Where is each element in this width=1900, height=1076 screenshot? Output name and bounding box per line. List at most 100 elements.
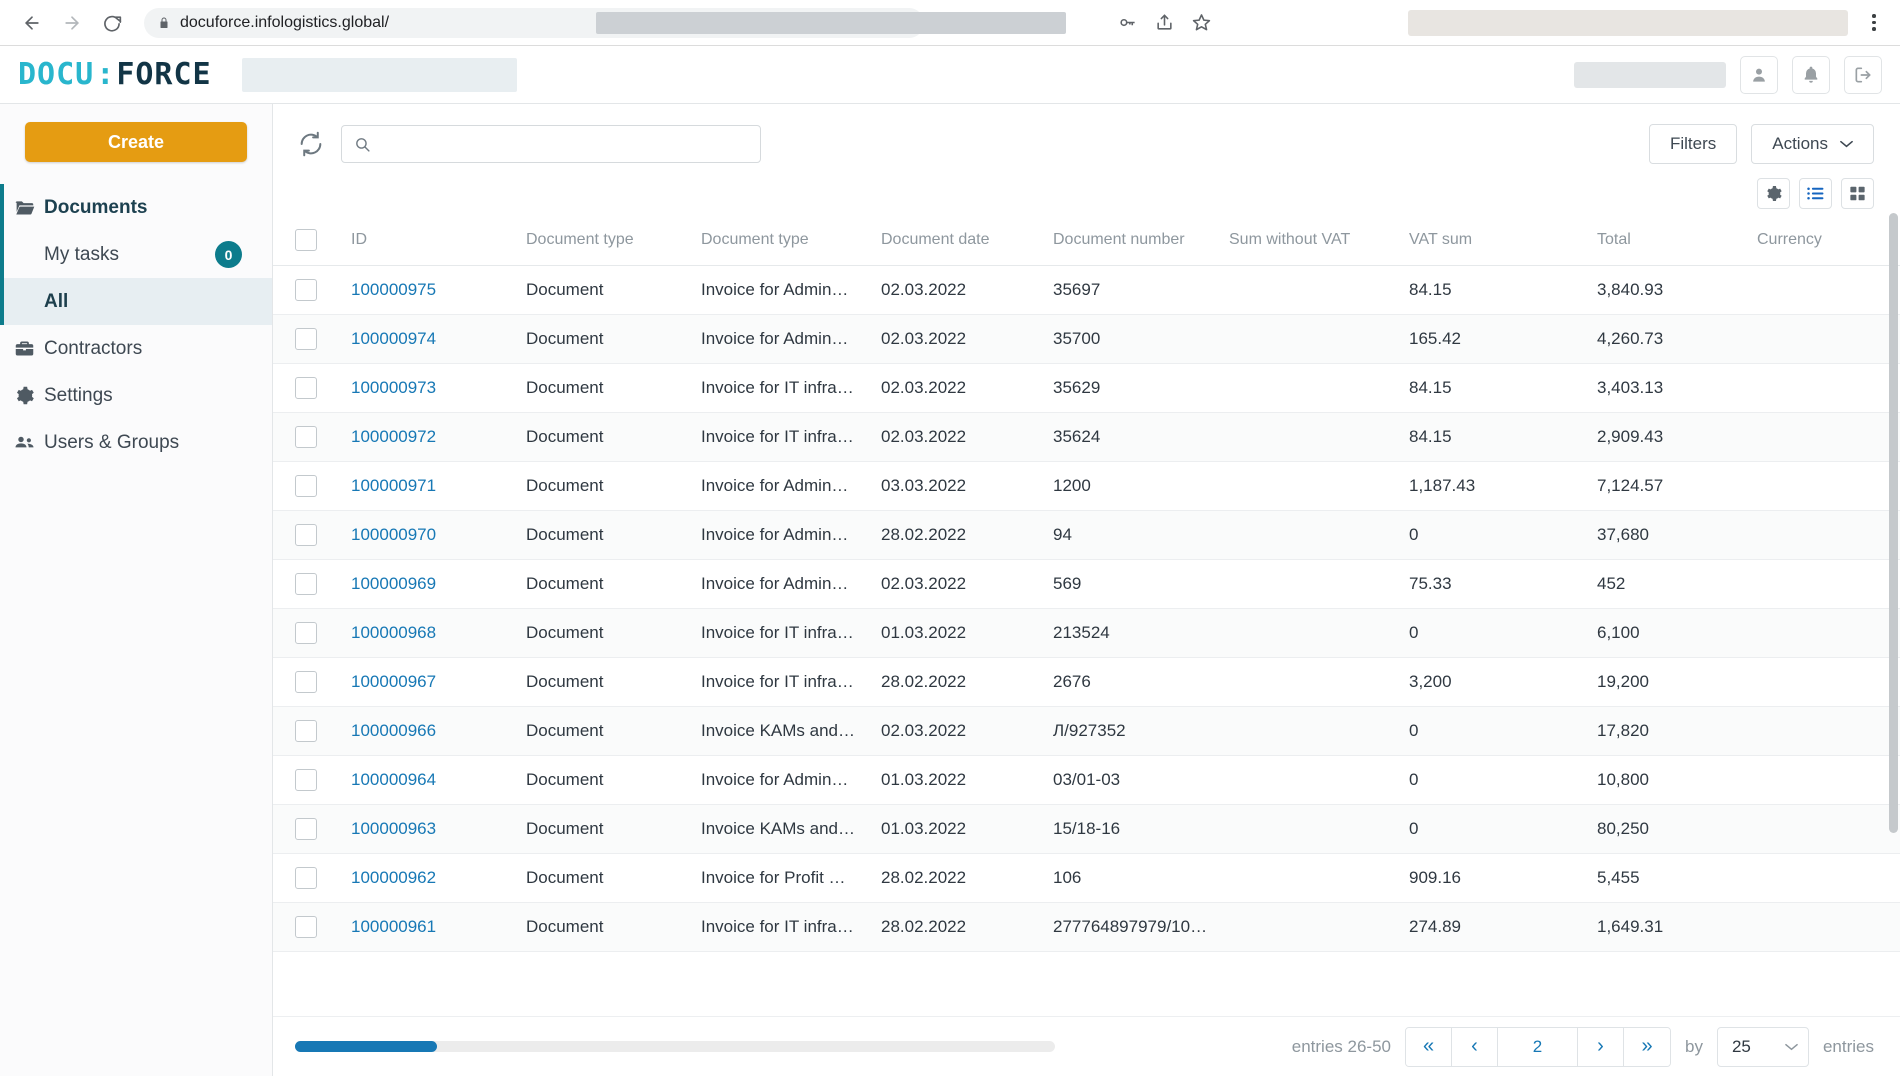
document-id-link[interactable]: 100000968 [351,623,436,642]
address-bar[interactable]: docuforce.infologistics.global/ [144,7,1066,38]
document-id-link[interactable]: 100000970 [351,525,436,544]
document-id-link[interactable]: 100000967 [351,672,436,691]
row-checkbox[interactable] [295,622,317,644]
column-header-doc-type-1[interactable]: Document type [520,221,695,266]
select-all-checkbox[interactable] [295,229,317,251]
document-id-link[interactable]: 100000975 [351,280,436,299]
column-header-sum-without-vat[interactable]: Sum without VAT [1223,221,1403,266]
row-checkbox[interactable] [295,475,317,497]
document-id-link[interactable]: 100000971 [351,476,436,495]
horizontal-scrollbar[interactable] [295,1041,1055,1052]
next-page-button[interactable]: › [1578,1027,1624,1066]
column-header-currency[interactable]: Currency [1751,221,1900,266]
table-row[interactable]: 100000975 Document Invoice for Admin… 02.03… [273,265,1900,315]
row-checkbox[interactable] [295,867,317,889]
browser-menu-button[interactable] [1862,14,1886,31]
browser-reload-button[interactable] [94,5,130,41]
sidebar-item-users-groups[interactable]: Users & Groups [0,419,272,466]
cell-doc-type-1: Document [520,314,695,364]
table-row[interactable]: 100000962 Document Invoice for Profit … 28.… [273,853,1900,903]
table-row[interactable]: 100000971 Document Invoice for Admin… 03.03… [273,461,1900,511]
row-checkbox[interactable] [295,671,317,693]
table-row[interactable]: 100000974 Document Invoice for Admin… 02.03… [273,314,1900,364]
document-id-link[interactable]: 100000974 [351,329,436,348]
browser-back-button[interactable] [14,5,50,41]
horizontal-scrollbar-thumb[interactable] [295,1041,437,1052]
prev-page-button[interactable]: ‹ [1452,1027,1498,1066]
search-box[interactable] [341,125,761,163]
password-key-icon[interactable] [1118,13,1137,32]
column-header-doc-number[interactable]: Document number [1047,221,1223,266]
search-input[interactable] [380,135,748,153]
column-header-doc-date[interactable]: Document date [875,221,1047,266]
cell-vat-sum: 84.15 [1403,265,1591,315]
first-page-button[interactable]: « [1406,1027,1452,1066]
cell-currency [1751,608,1900,658]
sidebar-item-label: All [44,290,69,312]
table-row[interactable]: 100000961 Document Invoice for IT infra… 28… [273,902,1900,952]
browser-forward-button[interactable] [54,5,90,41]
logout-button[interactable] [1844,55,1882,94]
cell-doc-type-2: Invoice KAMs and… [695,706,875,756]
notifications-button[interactable] [1792,55,1830,94]
table-row[interactable]: 100000966 Document Invoice KAMs and… 02.03.… [273,706,1900,756]
table-row[interactable]: 100000968 Document Invoice for IT infra… 01… [273,608,1900,658]
table-row[interactable]: 100000969 Document Invoice for Admin… 02.03… [273,559,1900,609]
sidebar-item-contractors[interactable]: Contractors [0,325,272,372]
table-row[interactable]: 100000963 Document Invoice KAMs and… 01.03.… [273,804,1900,854]
sidebar-item-all[interactable]: All [0,278,272,325]
document-id-link[interactable]: 100000966 [351,721,436,740]
column-header-id[interactable]: ID [345,221,520,266]
cell-doc-number: 106 [1047,853,1223,903]
cell-doc-type-1: Document [520,706,695,756]
per-page-select[interactable]: 25 [1716,1026,1809,1067]
row-checkbox[interactable] [295,720,317,742]
row-checkbox[interactable] [295,377,317,399]
share-icon[interactable] [1155,13,1174,32]
cell-doc-type-2: Invoice for Admin… [695,461,875,511]
column-header-total[interactable]: Total [1591,221,1751,266]
table-row[interactable]: 100000973 Document Invoice for IT infra… 02… [273,363,1900,413]
create-button[interactable]: Create [25,122,247,162]
table-row[interactable]: 100000972 Document Invoice for IT infra… 02… [273,412,1900,462]
vertical-scrollbar[interactable] [1888,209,1898,1016]
document-id-link[interactable]: 100000964 [351,770,436,789]
document-id-link[interactable]: 100000961 [351,917,436,936]
column-header-vat-sum[interactable]: VAT sum [1403,221,1591,266]
sidebar-item-documents[interactable]: Documents [0,184,272,231]
app-logo[interactable]: DOCU: FORCE [18,57,212,92]
document-id-link[interactable]: 100000973 [351,378,436,397]
row-checkbox[interactable] [295,769,317,791]
column-header-doc-type-2[interactable]: Document type [695,221,875,266]
cell-total: 10,800 [1591,755,1751,805]
row-checkbox[interactable] [295,426,317,448]
document-id-link[interactable]: 100000962 [351,868,436,887]
document-id-link[interactable]: 100000972 [351,427,436,446]
row-checkbox[interactable] [295,279,317,301]
current-page-indicator[interactable]: 2 [1498,1027,1578,1066]
last-page-button[interactable]: » [1624,1027,1670,1066]
sidebar-item-my-tasks[interactable]: My tasks 0 [0,231,272,278]
sidebar-item-settings[interactable]: Settings [0,372,272,419]
table-row[interactable]: 100000970 Document Invoice for Admin… 28.02… [273,510,1900,560]
filters-button[interactable]: Filters [1648,124,1738,164]
document-id-link[interactable]: 100000963 [351,819,436,838]
grid-view-button[interactable] [1841,178,1874,209]
bookmark-star-icon[interactable] [1192,13,1211,32]
row-checkbox[interactable] [295,916,317,938]
table-footer: entries 26-50 « ‹ 2 › » by 25 entries [273,1016,1900,1076]
row-checkbox[interactable] [295,818,317,840]
table-row[interactable]: 100000964 Document Invoice for Admin… 01.03… [273,755,1900,805]
vertical-scrollbar-thumb[interactable] [1889,213,1898,833]
cell-currency [1751,510,1900,560]
refresh-button[interactable] [295,128,327,160]
table-row[interactable]: 100000967 Document Invoice for IT infra… 28… [273,657,1900,707]
row-checkbox[interactable] [295,328,317,350]
user-account-button[interactable] [1740,55,1778,94]
actions-button[interactable]: Actions [1751,124,1874,164]
table-settings-button[interactable] [1757,178,1790,209]
list-view-button[interactable] [1799,178,1832,209]
row-checkbox[interactable] [295,524,317,546]
document-id-link[interactable]: 100000969 [351,574,436,593]
row-checkbox[interactable] [295,573,317,595]
